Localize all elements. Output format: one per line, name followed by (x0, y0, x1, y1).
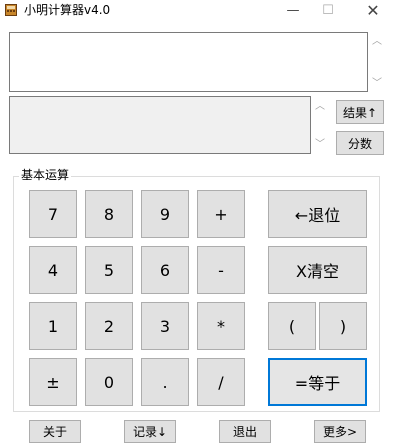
more-button[interactable]: 更多> (314, 420, 366, 443)
app-icon (5, 4, 17, 16)
key-9[interactable]: 9 (141, 190, 189, 238)
key-0[interactable]: 0 (85, 358, 133, 406)
result-up-button[interactable]: 结果↑ (336, 100, 384, 124)
fraction-button[interactable]: 分数 (336, 131, 384, 155)
equals-button[interactable]: =等于 (268, 358, 367, 406)
exit-button[interactable]: 退出 (219, 420, 271, 443)
key-1[interactable]: 1 (29, 302, 77, 350)
maximize-button[interactable]: ☐ (310, 0, 346, 20)
close-button[interactable]: ✕ (355, 0, 391, 20)
key-right-paren[interactable]: ) (319, 302, 367, 350)
key-8[interactable]: 8 (85, 190, 133, 238)
result-scroll-down-icon[interactable]: ﹀ (314, 139, 326, 151)
key-multiply[interactable]: * (197, 302, 245, 350)
group-label: 基本运算 (19, 168, 72, 182)
history-button[interactable]: 记录↓ (124, 420, 176, 443)
key-minus[interactable]: - (197, 246, 245, 294)
key-3[interactable]: 3 (141, 302, 189, 350)
key-plus[interactable]: + (197, 190, 245, 238)
key-4[interactable]: 4 (29, 246, 77, 294)
minimize-button[interactable]: — (275, 0, 311, 20)
backspace-button[interactable]: ←退位 (268, 190, 367, 238)
key-7[interactable]: 7 (29, 190, 77, 238)
key-left-paren[interactable]: ( (268, 302, 316, 350)
key-5[interactable]: 5 (85, 246, 133, 294)
clear-button[interactable]: X清空 (268, 246, 367, 294)
key-divide[interactable]: / (197, 358, 245, 406)
window-title: 小明计算器v4.0 (24, 3, 111, 17)
result-output[interactable] (9, 96, 311, 154)
result-scroll-up-icon[interactable]: ︿ (314, 101, 326, 113)
key-dot[interactable]: . (141, 358, 189, 406)
key-2[interactable]: 2 (85, 302, 133, 350)
input-scroll-down-icon[interactable]: ﹀ (371, 78, 383, 90)
expression-input[interactable] (9, 32, 368, 92)
key-6[interactable]: 6 (141, 246, 189, 294)
input-scroll-up-icon[interactable]: ︿ (371, 36, 383, 48)
key-negate[interactable]: ± (29, 358, 77, 406)
about-button[interactable]: 关于 (29, 420, 81, 443)
